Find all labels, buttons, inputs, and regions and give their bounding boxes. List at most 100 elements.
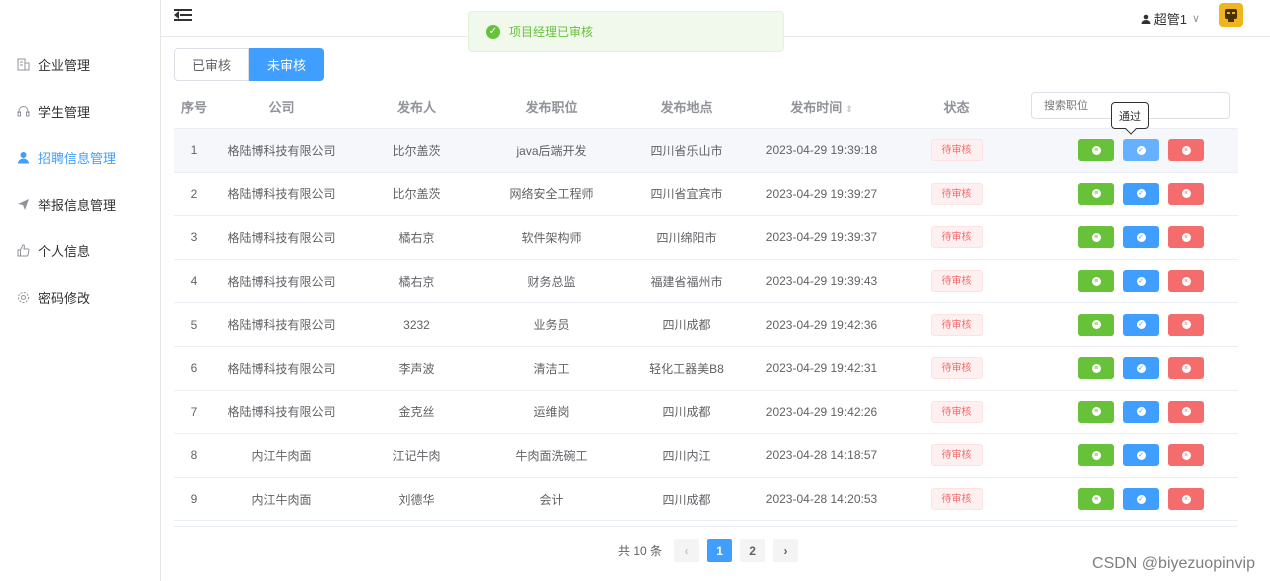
approve-button[interactable]: ✓ <box>1123 444 1159 467</box>
detail-button[interactable]: ≡ <box>1078 357 1114 380</box>
header-time[interactable]: 发布时间 ⇕ <box>754 97 889 116</box>
close-icon: × <box>1181 276 1191 286</box>
approve-button[interactable]: ✓ <box>1123 182 1159 205</box>
user-menu[interactable]: 超管1 ∨ <box>1141 9 1200 28</box>
detail-button[interactable]: ≡ <box>1078 313 1114 336</box>
cell-publisher: 李声波 <box>398 361 435 376</box>
check-icon: ✓ <box>1136 494 1146 504</box>
table-header: 序号 公司 发布人 发布职位 发布地点 发布时间 ⇕ 状态 <box>174 84 1238 129</box>
reject-button[interactable]: × <box>1168 357 1204 380</box>
prev-page-button[interactable]: ‹ <box>674 539 700 562</box>
action-group: ≡ ✓ × <box>1024 313 1238 336</box>
reject-button[interactable]: × <box>1168 182 1204 205</box>
toast-message: 项目经理已审核 <box>509 25 594 39</box>
sidebar-item-password[interactable]: 密码修改 <box>0 274 160 320</box>
cell-position: 牛肉面洗碗工 <box>515 448 588 463</box>
action-group: ≡ ✓ × <box>1024 226 1238 249</box>
cell-position: 财务总监 <box>527 274 576 289</box>
header-time-label: 发布时间 <box>790 99 843 115</box>
cell-index: 7 <box>190 404 198 419</box>
cell-company: 格陆博科技有限公司 <box>227 143 336 158</box>
detail-button[interactable]: ≡ <box>1078 182 1114 205</box>
action-group: ≡ ✓ × <box>1024 357 1238 380</box>
approve-button[interactable]: ✓ <box>1123 400 1159 423</box>
reject-button[interactable]: × <box>1168 444 1204 467</box>
cell-index: 8 <box>190 448 198 463</box>
action-group: ≡ ✓ × <box>1024 444 1238 467</box>
cell-status: 待审核 <box>889 357 1024 380</box>
cell-actions: ≡ ✓ × <box>1024 226 1238 249</box>
check-icon: ✓ <box>1136 407 1146 417</box>
status-badge: 待审核 <box>930 488 983 511</box>
cell-status: 待审核 <box>889 139 1024 162</box>
table-row: 3 格陆博科技有限公司 橘右京 软件架构师 四川绵阳市 2023-04-29 19:39:… <box>174 216 1238 260</box>
header-company: 公司 <box>268 99 295 115</box>
next-page-button[interactable]: › <box>773 539 799 562</box>
jobs-table: 序号 公司 发布人 发布职位 发布地点 发布时间 ⇕ 状态 1 格陆博科技有限公司比… <box>174 84 1238 522</box>
reject-button[interactable]: × <box>1168 226 1204 249</box>
cell-time: 2023-04-29 19:39:37 <box>765 230 878 245</box>
user-name: 超管1 <box>1153 12 1187 27</box>
table-body: 1 格陆博科技有限公司 比尔盖茨 java后端开发 四川省乐山市 2023-04-29 1… <box>174 129 1238 522</box>
cell-index: 5 <box>190 317 198 332</box>
sidebar-item-reports[interactable]: 举报信息管理 <box>0 181 160 227</box>
status-badge: 待审核 <box>930 182 983 205</box>
detail-button[interactable]: ≡ <box>1078 270 1114 293</box>
detail-button[interactable]: ≡ <box>1078 226 1114 249</box>
approve-button[interactable]: ✓ <box>1123 139 1159 162</box>
tab-approved[interactable]: 已审核 <box>174 48 250 81</box>
detail-button[interactable]: ≡ <box>1078 139 1114 162</box>
close-icon: × <box>1181 232 1191 242</box>
detail-button[interactable]: ≡ <box>1078 488 1114 511</box>
reject-button[interactable]: × <box>1168 139 1204 162</box>
cell-actions: ≡ ✓ × <box>1024 357 1238 380</box>
check-icon: ✓ <box>1136 276 1146 286</box>
tab-pending[interactable]: 未审核 <box>249 48 325 81</box>
cell-index: 2 <box>190 186 198 201</box>
approve-button[interactable]: ✓ <box>1123 270 1159 293</box>
table-row: 5 格陆博科技有限公司 3232 业务员 四川成都 2023-04-29 19:42:36… <box>174 303 1238 347</box>
cell-actions: ≡ ✓ × <box>1024 270 1238 293</box>
approve-button[interactable]: ✓ <box>1123 226 1159 249</box>
list-icon: ≡ <box>1091 276 1101 286</box>
approve-button[interactable]: ✓ <box>1123 488 1159 511</box>
avatar[interactable] <box>1219 3 1243 27</box>
approve-button[interactable]: ✓ <box>1123 313 1159 336</box>
divider <box>174 526 1238 527</box>
cell-status: 待审核 <box>889 270 1024 293</box>
cell-publisher: 橘右京 <box>398 230 435 245</box>
cell-location: 四川内江 <box>662 448 711 463</box>
cell-index: 3 <box>190 230 198 245</box>
cell-publisher: 金克丝 <box>398 405 435 420</box>
status-badge: 待审核 <box>930 400 983 423</box>
sidebar-item-students[interactable]: 学生管理 <box>0 88 160 134</box>
table-row: 6 格陆博科技有限公司 李声波 清洁工 轻化工器美B8 2023-04-29 19:42:… <box>174 347 1238 391</box>
cell-status: 待审核 <box>889 400 1024 423</box>
check-icon: ✓ <box>1136 320 1146 330</box>
action-group: ≡ ✓ × <box>1024 182 1238 205</box>
detail-button[interactable]: ≡ <box>1078 444 1114 467</box>
cell-location: 四川省乐山市 <box>650 143 723 158</box>
detail-button[interactable]: ≡ <box>1078 400 1114 423</box>
menu-toggle-icon[interactable] <box>174 9 192 23</box>
sidebar-item-profile[interactable]: 个人信息 <box>0 227 160 273</box>
approve-button[interactable]: ✓ <box>1123 357 1159 380</box>
header-location: 发布地点 <box>660 99 713 115</box>
status-tabs: 已审核 未审核 <box>174 48 325 81</box>
reject-button[interactable]: × <box>1168 313 1204 336</box>
reject-button[interactable]: × <box>1168 270 1204 293</box>
reject-button[interactable]: × <box>1168 488 1204 511</box>
reject-button[interactable]: × <box>1168 400 1204 423</box>
list-icon: ≡ <box>1091 363 1101 373</box>
sort-icon[interactable]: ⇕ <box>845 104 853 115</box>
cell-actions: ≡ ✓ × <box>1024 400 1238 423</box>
cell-time: 2023-04-28 14:20:53 <box>765 492 878 507</box>
sidebar-item-company[interactable]: 企业管理 <box>0 41 160 87</box>
cell-position: 网络安全工程师 <box>509 187 594 202</box>
sidebar-item-recruitment[interactable]: 招聘信息管理 <box>0 134 160 180</box>
page-1-button[interactable]: 1 <box>707 539 733 562</box>
page-2-button[interactable]: 2 <box>740 539 766 562</box>
table-row: 9 内江牛肉面 刘德华 会计 四川成都 2023-04-28 14:20:53 待审核 ≡ ✓ × <box>174 478 1238 522</box>
list-icon: ≡ <box>1091 189 1101 199</box>
cell-position: 运维岗 <box>533 405 570 420</box>
